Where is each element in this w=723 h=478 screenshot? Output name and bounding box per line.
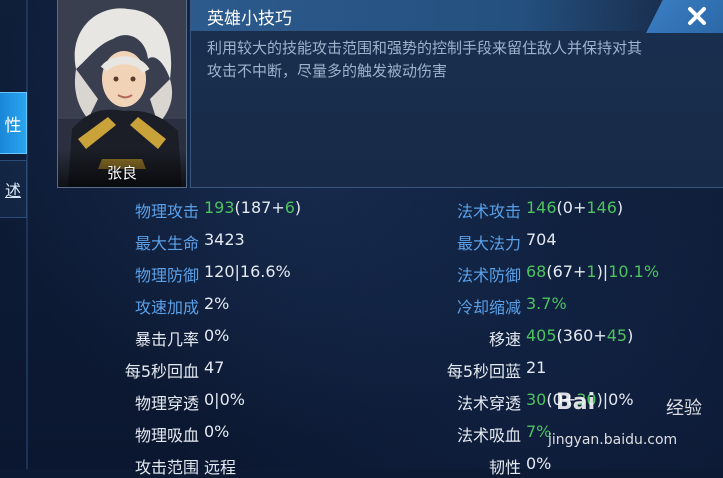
stat-value-part: )|	[596, 262, 609, 281]
close-icon	[688, 7, 706, 25]
stat-value-part: 405	[526, 326, 557, 345]
tab-attributes[interactable]: 性	[0, 92, 27, 154]
stat-value-part: 146	[586, 198, 617, 217]
stat-value-part: )	[616, 198, 624, 217]
tips-panel: 英雄小技巧 利用较大的技能攻击范围和强势的控制手段来留住敌人并保持对其攻击不中断…	[190, 0, 723, 188]
stat-label: 移速	[488, 330, 521, 349]
stat-value-part: 21	[526, 358, 547, 377]
stat-value: 704	[526, 230, 557, 249]
watermark-text: 经验	[666, 398, 702, 419]
stat-row: 法术防御 68(67+1)|10.1%	[0, 262, 723, 286]
hero-name: 张良	[106, 164, 137, 182]
stat-value-part: 30	[526, 390, 547, 409]
stat-label: 每5秒回蓝	[446, 362, 521, 381]
stat-value-part: (360+	[556, 326, 607, 345]
stat-value-part: 146	[526, 198, 557, 217]
stat-value-part: 1	[586, 262, 597, 281]
watermark: Bai 经验 jingyan.baidu.com	[548, 388, 723, 469]
stat-row: 最大法力 704	[0, 230, 723, 254]
stat-label: 冷却缩减	[456, 298, 521, 317]
stat-label: 法术吸血	[456, 426, 521, 445]
stat-value-part: 3.7%	[526, 294, 567, 313]
watermark-url: jingyan.baidu.com	[548, 432, 678, 448]
stat-value-part: (67+	[546, 262, 587, 281]
stat-row: 法术攻击 146(0+146)	[0, 198, 723, 222]
tips-body: 利用较大的技能攻击范围和强势的控制手段来留住敌人并保持对其攻击不中断，尽量多的触…	[207, 39, 643, 80]
stat-row: 每5秒回蓝 21	[0, 358, 723, 382]
hero-portrait	[58, 0, 186, 187]
stat-value: 21	[526, 358, 546, 377]
stat-label: 法术攻击	[456, 202, 521, 221]
stat-value-part: 704	[526, 230, 557, 249]
stat-value: 405(360+45)	[526, 326, 633, 345]
stat-label: 法术防御	[456, 266, 521, 285]
stat-row: 移速 405(360+45)	[0, 326, 723, 350]
watermark-logo: Bai	[556, 390, 596, 415]
stat-value: 3.7%	[526, 294, 567, 313]
hero-card[interactable]: 张良	[57, 0, 187, 188]
stat-value-part: 10.1%	[608, 262, 660, 281]
tab-attributes-label: 性	[4, 115, 22, 136]
stat-value-part: (0+	[556, 198, 587, 217]
stat-value: 68(67+1)|10.1%	[526, 262, 659, 281]
stat-label: 最大法力	[456, 234, 521, 253]
stat-value-part: 45	[606, 326, 628, 345]
stat-label: 法术穿透	[456, 394, 521, 413]
stat-label: 韧性	[488, 458, 521, 477]
stat-row: 冷却缩减 3.7%	[0, 294, 723, 318]
stat-value-part: 68	[526, 262, 547, 281]
stat-value-part: )	[627, 326, 634, 345]
tips-title: 英雄小技巧	[207, 9, 292, 29]
stat-value: 146(0+146)	[526, 198, 623, 217]
